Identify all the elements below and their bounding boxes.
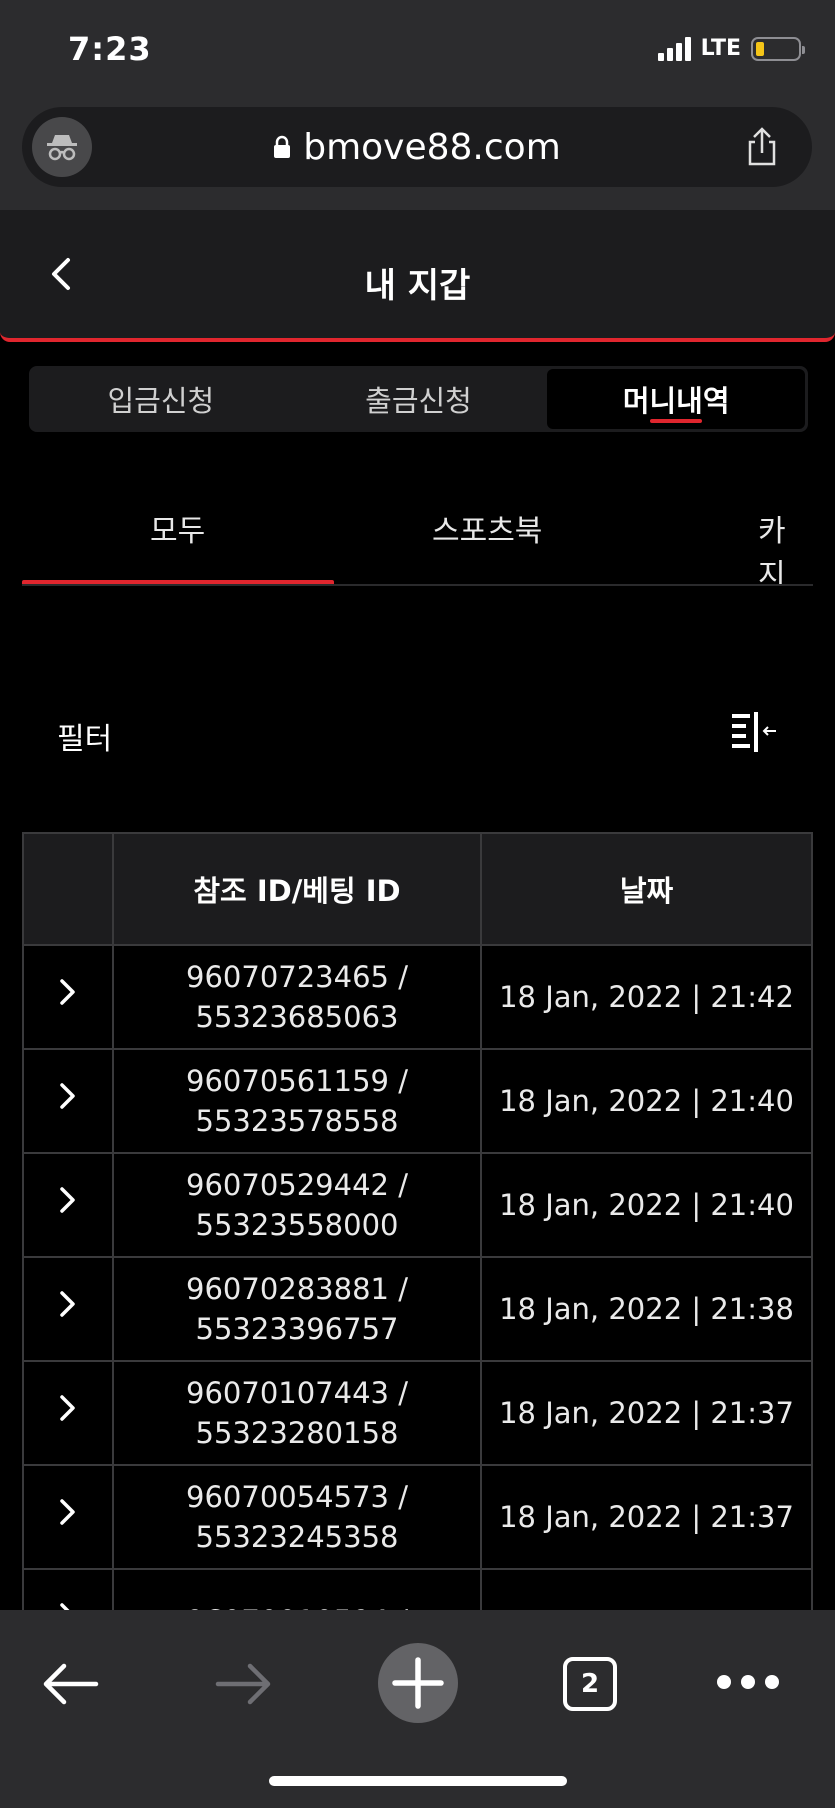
battery-icon: [751, 36, 805, 61]
money-history-table: 참조 ID/베팅 ID 날짜 96070723465 / 55323685063 1…: [22, 832, 813, 1610]
tab-all[interactable]: 모두: [150, 506, 205, 550]
url-display[interactable]: bmove88.com: [22, 127, 812, 168]
row-expand[interactable]: [22, 1568, 114, 1610]
row-date: 18 Jan, 2022 | 21:40: [480, 1048, 813, 1154]
address-bar[interactable]: bmove88.com: [22, 107, 812, 187]
filter-icon[interactable]: [730, 710, 778, 754]
lock-icon: [274, 135, 291, 158]
table-row[interactable]: 96070529442 / 55323558000 18 Jan, 2022 | 2…: [22, 1152, 813, 1258]
segment-label: 입금신청: [107, 384, 215, 418]
row-date: 18 Jan, 2022 | 21:37: [480, 1360, 813, 1466]
table-row[interactable]: 96070010594 /: [22, 1568, 813, 1610]
row-ids: 96070723465 / 55323685063: [112, 944, 482, 1050]
ref-id: 96070010594 /: [114, 1601, 480, 1610]
tab-count: 2: [580, 1669, 600, 1699]
row-ids: 96070561159 / 55323578558: [112, 1048, 482, 1154]
app-header: 내 지갑: [0, 210, 835, 342]
table-row[interactable]: 96070107443 / 55323280158 18 Jan, 2022 | 2…: [22, 1360, 813, 1466]
table-row[interactable]: 96070723465 / 55323685063 18 Jan, 2022 | 2…: [22, 944, 813, 1050]
tab-casino[interactable]: 카지: [758, 506, 813, 584]
browser-chrome: 7:23 LTE bmove88.com: [0, 0, 835, 210]
new-tab-icon[interactable]: [377, 1642, 459, 1724]
row-date: [480, 1568, 813, 1610]
signal-icon: [657, 36, 691, 61]
tabs-count-button[interactable]: 2: [563, 1657, 617, 1711]
home-indicator: [269, 1776, 567, 1786]
network-type: LTE: [700, 36, 741, 61]
row-date: 18 Jan, 2022 | 21:42: [480, 944, 813, 1050]
row-expand[interactable]: [22, 1048, 114, 1154]
table-row[interactable]: 96070561159 / 55323578558 18 Jan, 2022 | 2…: [22, 1048, 813, 1154]
status-time: 7:23: [68, 30, 152, 68]
wallet-segment-tabs: 입금신청 출금신청 머니내역: [29, 366, 808, 432]
category-tabs: 모두 스포츠북 카지: [22, 480, 813, 586]
segment-money-history[interactable]: 머니내역: [547, 369, 806, 429]
ref-id: 96070283881 /: [186, 1272, 408, 1306]
row-expand[interactable]: [22, 1152, 114, 1258]
row-ids: 96070010594 /: [112, 1568, 482, 1610]
chevron-right-icon: [60, 1603, 70, 1610]
row-date: 18 Jan, 2022 | 21:38: [480, 1256, 813, 1362]
bet-id: 55323558000: [195, 1208, 399, 1242]
row-expand[interactable]: [22, 1256, 114, 1362]
more-icon[interactable]: [716, 1672, 780, 1692]
back-icon[interactable]: [42, 1662, 100, 1706]
segment-withdraw[interactable]: 출금신청: [290, 369, 548, 429]
chevron-right-icon: [60, 979, 75, 1005]
bet-id: 55323245358: [195, 1520, 399, 1554]
row-expand[interactable]: [22, 1464, 114, 1570]
bet-id: 55323396757: [195, 1312, 399, 1346]
header-date: 날짜: [480, 832, 813, 946]
segment-label: 출금신청: [365, 384, 472, 418]
bet-id: 55323280158: [195, 1416, 399, 1450]
chevron-right-icon: [60, 1187, 75, 1213]
forward-icon[interactable]: [214, 1662, 272, 1706]
row-ids: 96070107443 / 55323280158: [112, 1360, 482, 1466]
ref-id: 96070561159 /: [186, 1064, 408, 1098]
row-ids: 96070529442 / 55323558000: [112, 1152, 482, 1258]
url-text: bmove88.com: [303, 126, 561, 168]
filter-label: 필터: [57, 722, 113, 757]
ref-id: 96070107443 /: [186, 1376, 408, 1410]
row-date: 18 Jan, 2022 | 21:40: [480, 1152, 813, 1258]
active-indicator: [650, 419, 703, 423]
row-ids: 96070283881 / 55323396757: [112, 1256, 482, 1362]
table-row[interactable]: 96070054573 / 55323245358 18 Jan, 2022 | 2…: [22, 1464, 813, 1570]
segment-deposit[interactable]: 입금신청: [32, 369, 290, 429]
ref-id: 96070054573 /: [186, 1480, 408, 1514]
table-row[interactable]: 96070283881 / 55323396757 18 Jan, 2022 | 2…: [22, 1256, 813, 1362]
tab-sportsbook[interactable]: 스포츠북: [432, 506, 542, 550]
bet-id: 55323685063: [195, 1000, 399, 1034]
segment-label: 머니내역: [622, 384, 730, 418]
header-expand: [22, 832, 114, 946]
row-date: 18 Jan, 2022 | 21:37: [480, 1464, 813, 1570]
bet-id: 55323578558: [195, 1104, 399, 1138]
row-ids: 96070054573 / 55323245358: [112, 1464, 482, 1570]
chevron-right-icon: [60, 1499, 75, 1525]
ref-id: 96070723465 /: [186, 960, 408, 994]
row-expand[interactable]: [22, 1360, 114, 1466]
chevron-right-icon: [60, 1083, 75, 1109]
status-indicators: LTE: [657, 36, 805, 61]
active-tab-indicator: [22, 580, 334, 584]
table-header-row: 참조 ID/베팅 ID 날짜: [22, 832, 813, 946]
row-expand[interactable]: [22, 944, 114, 1050]
share-icon[interactable]: [742, 127, 782, 167]
page-title: 내 지갑: [364, 266, 471, 306]
header-ref-id: 참조 ID/베팅 ID: [112, 832, 482, 946]
chevron-right-icon: [60, 1395, 75, 1421]
chevron-right-icon: [60, 1291, 75, 1317]
ref-id: 96070529442 /: [186, 1168, 408, 1202]
